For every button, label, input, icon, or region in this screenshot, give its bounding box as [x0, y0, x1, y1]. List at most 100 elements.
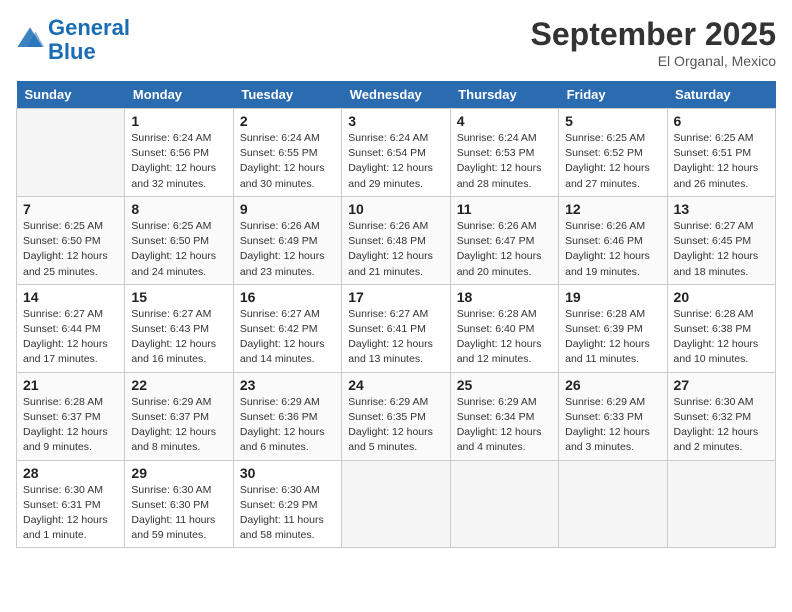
day-cell: 8 Sunrise: 6:25 AM Sunset: 6:50 PM Daylig…	[125, 196, 233, 284]
day-info: Sunrise: 6:29 AM Sunset: 6:34 PM Dayligh…	[457, 395, 552, 456]
calendar-table: SundayMondayTuesdayWednesdayThursdayFrid…	[16, 81, 776, 548]
day-info: Sunrise: 6:25 AM Sunset: 6:50 PM Dayligh…	[23, 219, 118, 280]
day-cell: 6Sunrise: 6:25 AM Sunset: 6:51 PM Daylig…	[667, 109, 775, 197]
day-cell: 11 Sunrise: 6:26 AM Sunset: 6:47 PM Dayli…	[450, 196, 558, 284]
day-cell: 26 Sunrise: 6:29 AM Sunset: 6:33 PM Dayli…	[559, 372, 667, 460]
day-cell: 20 Sunrise: 6:28 AM Sunset: 6:38 PM Dayli…	[667, 284, 775, 372]
day-cell	[559, 460, 667, 548]
day-number: 12	[565, 201, 660, 217]
week-row-1: 1Sunrise: 6:24 AM Sunset: 6:56 PM Daylig…	[17, 109, 776, 197]
day-number: 16	[240, 289, 335, 305]
day-number: 29	[131, 465, 226, 481]
day-info: Sunrise: 6:27 AM Sunset: 6:41 PM Dayligh…	[348, 307, 443, 368]
day-number: 8	[131, 201, 226, 217]
day-cell: 2 Sunrise: 6:24 AM Sunset: 6:55 PM Daylig…	[233, 109, 341, 197]
logo-icon	[16, 26, 44, 54]
day-cell: 16Sunrise: 6:27 AM Sunset: 6:42 PM Dayli…	[233, 284, 341, 372]
day-cell: 9Sunrise: 6:26 AM Sunset: 6:49 PM Daylig…	[233, 196, 341, 284]
day-info: Sunrise: 6:25 AM Sunset: 6:50 PM Dayligh…	[131, 219, 226, 280]
day-number: 19	[565, 289, 660, 305]
title-block: September 2025 El Organal, Mexico	[531, 16, 776, 69]
col-header-monday: Monday	[125, 81, 233, 109]
day-cell: 29 Sunrise: 6:30 AM Sunset: 6:30 PM Dayli…	[125, 460, 233, 548]
day-number: 5	[565, 113, 660, 129]
week-row-2: 7 Sunrise: 6:25 AM Sunset: 6:50 PM Daylig…	[17, 196, 776, 284]
day-info: Sunrise: 6:30 AM Sunset: 6:32 PM Dayligh…	[674, 395, 769, 456]
day-cell: 3 Sunrise: 6:24 AM Sunset: 6:54 PM Daylig…	[342, 109, 450, 197]
day-info: Sunrise: 6:27 AM Sunset: 6:44 PM Dayligh…	[23, 307, 118, 368]
day-info: Sunrise: 6:24 AM Sunset: 6:53 PM Dayligh…	[457, 131, 552, 192]
day-number: 4	[457, 113, 552, 129]
day-cell: 19 Sunrise: 6:28 AM Sunset: 6:39 PM Dayli…	[559, 284, 667, 372]
day-cell: 14Sunrise: 6:27 AM Sunset: 6:44 PM Dayli…	[17, 284, 125, 372]
col-header-tuesday: Tuesday	[233, 81, 341, 109]
day-info: Sunrise: 6:29 AM Sunset: 6:33 PM Dayligh…	[565, 395, 660, 456]
week-row-5: 28Sunrise: 6:30 AM Sunset: 6:31 PM Dayli…	[17, 460, 776, 548]
day-number: 20	[674, 289, 769, 305]
day-number: 22	[131, 377, 226, 393]
day-cell: 25 Sunrise: 6:29 AM Sunset: 6:34 PM Dayli…	[450, 372, 558, 460]
day-cell	[450, 460, 558, 548]
day-info: Sunrise: 6:26 AM Sunset: 6:47 PM Dayligh…	[457, 219, 552, 280]
day-number: 2	[240, 113, 335, 129]
day-cell: 28Sunrise: 6:30 AM Sunset: 6:31 PM Dayli…	[17, 460, 125, 548]
day-cell: 13 Sunrise: 6:27 AM Sunset: 6:45 PM Dayli…	[667, 196, 775, 284]
day-info: Sunrise: 6:24 AM Sunset: 6:54 PM Dayligh…	[348, 131, 443, 192]
day-number: 27	[674, 377, 769, 393]
day-info: Sunrise: 6:28 AM Sunset: 6:38 PM Dayligh…	[674, 307, 769, 368]
day-cell: 23 Sunrise: 6:29 AM Sunset: 6:36 PM Dayli…	[233, 372, 341, 460]
day-cell: 1Sunrise: 6:24 AM Sunset: 6:56 PM Daylig…	[125, 109, 233, 197]
day-number: 26	[565, 377, 660, 393]
day-info: Sunrise: 6:28 AM Sunset: 6:39 PM Dayligh…	[565, 307, 660, 368]
day-info: Sunrise: 6:26 AM Sunset: 6:46 PM Dayligh…	[565, 219, 660, 280]
day-number: 17	[348, 289, 443, 305]
day-info: Sunrise: 6:30 AM Sunset: 6:29 PM Dayligh…	[240, 483, 335, 544]
day-info: Sunrise: 6:28 AM Sunset: 6:40 PM Dayligh…	[457, 307, 552, 368]
day-number: 30	[240, 465, 335, 481]
day-number: 7	[23, 201, 118, 217]
day-cell: 17 Sunrise: 6:27 AM Sunset: 6:41 PM Dayli…	[342, 284, 450, 372]
day-number: 13	[674, 201, 769, 217]
day-info: Sunrise: 6:26 AM Sunset: 6:49 PM Dayligh…	[240, 219, 335, 280]
day-cell: 10 Sunrise: 6:26 AM Sunset: 6:48 PM Dayli…	[342, 196, 450, 284]
col-header-friday: Friday	[559, 81, 667, 109]
location: El Organal, Mexico	[531, 53, 776, 69]
day-cell: 4 Sunrise: 6:24 AM Sunset: 6:53 PM Daylig…	[450, 109, 558, 197]
day-cell: 12 Sunrise: 6:26 AM Sunset: 6:46 PM Dayli…	[559, 196, 667, 284]
day-info: Sunrise: 6:29 AM Sunset: 6:37 PM Dayligh…	[131, 395, 226, 456]
day-number: 10	[348, 201, 443, 217]
day-number: 21	[23, 377, 118, 393]
col-header-thursday: Thursday	[450, 81, 558, 109]
day-cell: 7 Sunrise: 6:25 AM Sunset: 6:50 PM Daylig…	[17, 196, 125, 284]
day-info: Sunrise: 6:30 AM Sunset: 6:30 PM Dayligh…	[131, 483, 226, 544]
day-number: 3	[348, 113, 443, 129]
day-number: 6	[674, 113, 769, 129]
day-cell: 18 Sunrise: 6:28 AM Sunset: 6:40 PM Dayli…	[450, 284, 558, 372]
day-cell: 24Sunrise: 6:29 AM Sunset: 6:35 PM Dayli…	[342, 372, 450, 460]
day-number: 28	[23, 465, 118, 481]
day-cell	[342, 460, 450, 548]
day-info: Sunrise: 6:28 AM Sunset: 6:37 PM Dayligh…	[23, 395, 118, 456]
month-title: September 2025	[531, 16, 776, 53]
day-info: Sunrise: 6:27 AM Sunset: 6:43 PM Dayligh…	[131, 307, 226, 368]
day-cell	[667, 460, 775, 548]
logo-text: General Blue	[48, 16, 130, 64]
day-cell: 27 Sunrise: 6:30 AM Sunset: 6:32 PM Dayli…	[667, 372, 775, 460]
week-row-3: 14Sunrise: 6:27 AM Sunset: 6:44 PM Dayli…	[17, 284, 776, 372]
day-number: 1	[131, 113, 226, 129]
col-header-sunday: Sunday	[17, 81, 125, 109]
day-info: Sunrise: 6:25 AM Sunset: 6:52 PM Dayligh…	[565, 131, 660, 192]
col-header-saturday: Saturday	[667, 81, 775, 109]
day-number: 25	[457, 377, 552, 393]
day-cell	[17, 109, 125, 197]
day-info: Sunrise: 6:26 AM Sunset: 6:48 PM Dayligh…	[348, 219, 443, 280]
day-info: Sunrise: 6:29 AM Sunset: 6:35 PM Dayligh…	[348, 395, 443, 456]
day-info: Sunrise: 6:29 AM Sunset: 6:36 PM Dayligh…	[240, 395, 335, 456]
day-number: 11	[457, 201, 552, 217]
day-number: 23	[240, 377, 335, 393]
day-info: Sunrise: 6:27 AM Sunset: 6:45 PM Dayligh…	[674, 219, 769, 280]
day-number: 18	[457, 289, 552, 305]
week-row-4: 21 Sunrise: 6:28 AM Sunset: 6:37 PM Dayli…	[17, 372, 776, 460]
day-cell: 15Sunrise: 6:27 AM Sunset: 6:43 PM Dayli…	[125, 284, 233, 372]
day-info: Sunrise: 6:24 AM Sunset: 6:55 PM Dayligh…	[240, 131, 335, 192]
